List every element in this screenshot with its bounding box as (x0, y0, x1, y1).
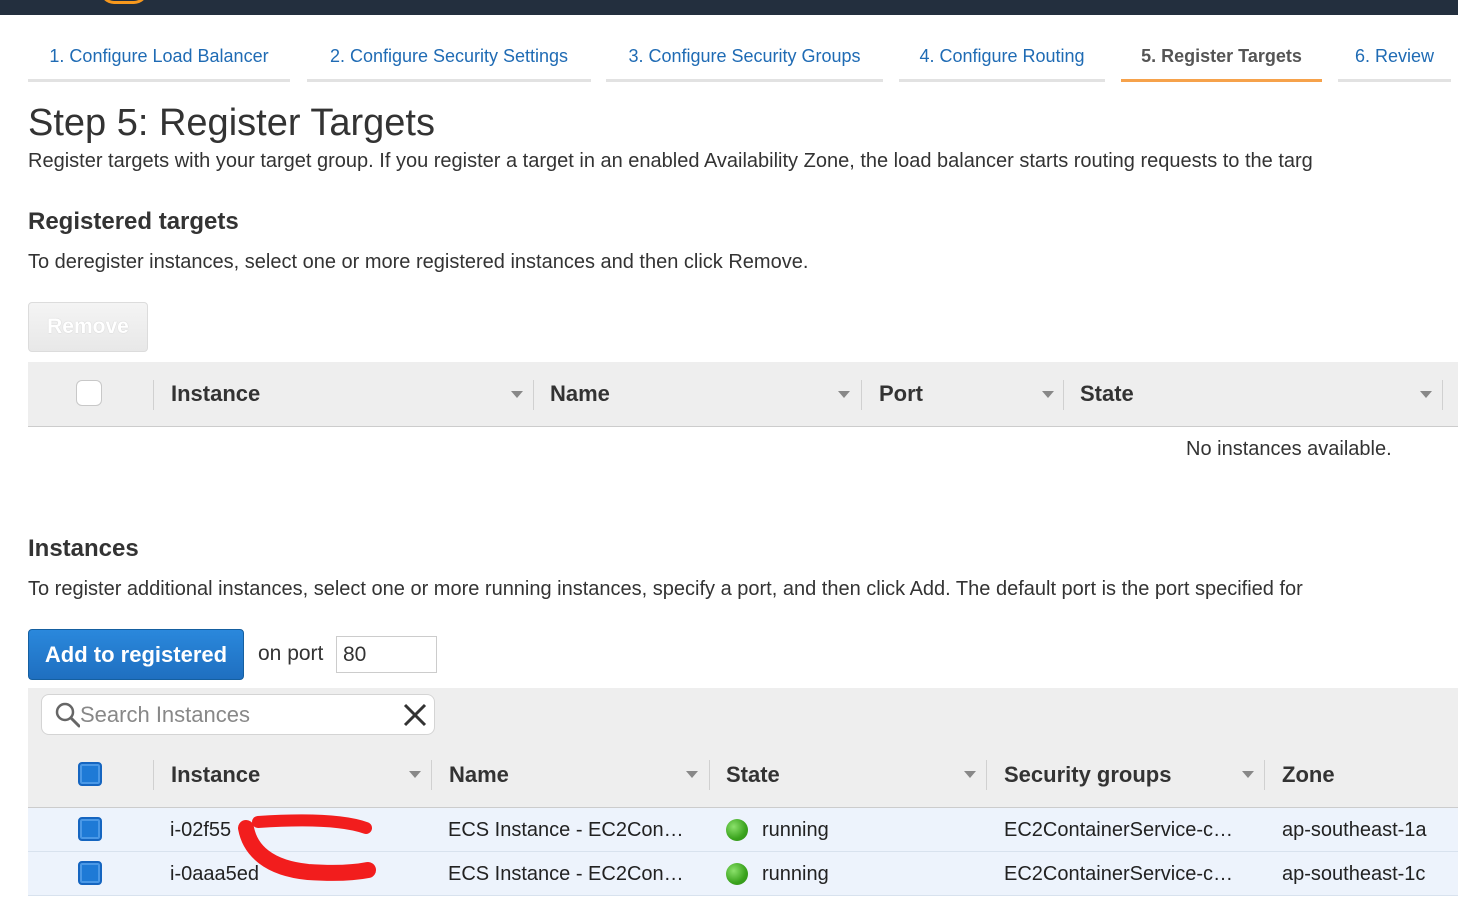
aws-logo-icon (100, 0, 148, 4)
tab-register-targets[interactable]: 5. Register Targets (1121, 40, 1322, 82)
instance-zone: ap-southeast-1a (1282, 818, 1427, 841)
search-box[interactable] (41, 694, 435, 735)
search-icon (55, 702, 81, 728)
select-all-registered-checkbox[interactable] (76, 380, 102, 406)
instance-name: ECS Instance - EC2Con… (448, 862, 684, 885)
column-divider (1442, 380, 1443, 410)
column-header-name[interactable]: Name (449, 742, 708, 807)
column-divider (986, 760, 987, 790)
sort-caret-icon (964, 771, 976, 778)
port-input[interactable] (336, 636, 437, 673)
column-divider (1264, 760, 1265, 790)
instance-security-group: EC2ContainerService-c… (1004, 862, 1233, 885)
sort-caret-icon (838, 390, 850, 398)
column-header-instance[interactable]: Instance (171, 362, 533, 426)
page-title: Step 5: Register Targets (28, 102, 435, 144)
tab-configure-security-groups[interactable]: 3. Configure Security Groups (606, 40, 883, 82)
registered-targets-heading: Registered targets (28, 208, 239, 235)
instance-name: ECS Instance - EC2Con… (448, 818, 684, 841)
tab-configure-load-balancer[interactable]: 1. Configure Load Balancer (28, 40, 290, 82)
empty-table-message: No instances available. (1186, 438, 1392, 460)
column-divider (1063, 380, 1064, 410)
table-row[interactable]: i-0aaa5ed ECS Instance - EC2Con… running… (28, 852, 1458, 896)
column-header-port[interactable]: Port (879, 362, 1064, 426)
column-header-state[interactable]: State (726, 742, 986, 807)
registered-targets-description: To deregister instances, select one or m… (28, 251, 809, 273)
sort-caret-icon (1420, 390, 1432, 398)
sort-caret-icon (686, 771, 698, 778)
page-description: Register targets with your target group.… (28, 150, 1313, 172)
sort-caret-icon (409, 771, 421, 778)
search-instances-input[interactable] (80, 700, 380, 730)
column-divider (861, 380, 862, 410)
column-divider (533, 380, 534, 410)
column-header-state[interactable]: State (1080, 362, 1442, 426)
sort-caret-icon (1042, 390, 1054, 398)
table-row[interactable]: i-02f55 ECS Instance - EC2Con… running E… (28, 808, 1458, 852)
instances-heading: Instances (28, 535, 139, 562)
instances-search-bar (28, 688, 1458, 742)
select-all-instances-checkbox[interactable] (78, 762, 102, 786)
column-header-zone[interactable]: Zone (1282, 742, 1452, 807)
registered-targets-table-header: Instance Name Port State (28, 362, 1458, 427)
add-to-registered-button[interactable]: Add to registered (28, 629, 244, 680)
row-checkbox[interactable] (78, 861, 102, 885)
instances-description: To register additional instances, select… (28, 578, 1303, 600)
column-header-security-groups[interactable]: Security groups (1004, 742, 1264, 807)
on-port-label: on port (258, 642, 324, 665)
column-divider (153, 760, 154, 790)
instance-state: running (726, 852, 829, 896)
running-status-icon (726, 863, 748, 885)
column-divider (431, 760, 432, 790)
instance-state: running (726, 808, 829, 852)
top-navigation-bar (0, 0, 1458, 15)
tab-configure-security-settings[interactable]: 2. Configure Security Settings (307, 40, 591, 82)
running-status-icon (726, 819, 748, 841)
instance-security-group: EC2ContainerService-c… (1004, 818, 1233, 841)
instances-table-header: Instance Name State Security groups Zone (28, 742, 1458, 808)
instance-zone: ap-southeast-1c (1282, 862, 1426, 885)
column-header-instance[interactable]: Instance (171, 742, 431, 807)
column-header-name[interactable]: Name (550, 362, 860, 426)
remove-button[interactable]: Remove (28, 302, 148, 352)
clear-search-icon[interactable] (402, 702, 428, 728)
sort-caret-icon (1242, 771, 1254, 778)
instance-id: i-02f55 (170, 818, 232, 841)
tab-review[interactable]: 6. Review (1338, 40, 1451, 82)
tab-configure-routing[interactable]: 4. Configure Routing (899, 40, 1105, 82)
wizard-steps: 1. Configure Load Balancer 2. Configure … (28, 40, 1458, 82)
column-divider (153, 380, 154, 410)
row-checkbox[interactable] (78, 817, 102, 841)
instance-id: i-0aaa5ed (170, 862, 259, 885)
column-divider (709, 760, 710, 790)
sort-caret-icon (511, 390, 523, 398)
